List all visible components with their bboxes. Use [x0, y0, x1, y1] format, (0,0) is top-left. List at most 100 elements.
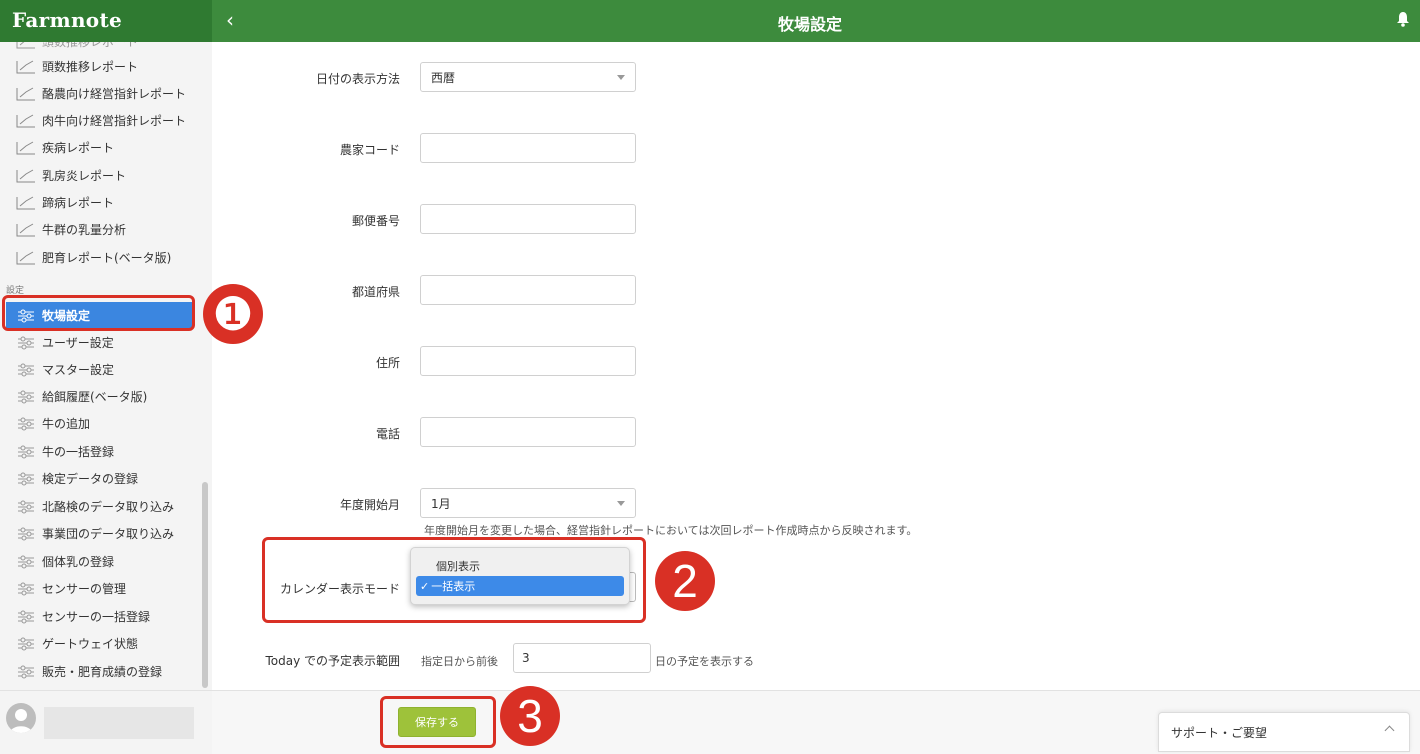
chart-icon — [16, 196, 35, 209]
chart-icon — [16, 60, 35, 73]
today-range-suffix: 日の予定を表示する — [655, 655, 754, 668]
date-format-value: 西暦 — [431, 70, 456, 85]
sidebar-item-label: 販売・肥育成績の登録 — [42, 665, 163, 679]
sidebar-item-user-settings[interactable]: ユーザー設定 — [0, 329, 200, 356]
avatar[interactable] — [6, 703, 36, 733]
chart-icon — [16, 114, 35, 127]
sidebar-item-label: 牛群の乳量分析 — [42, 223, 127, 237]
sliders-icon — [18, 582, 34, 595]
sliders-icon — [18, 417, 34, 430]
sidebar-item-feeding-history[interactable]: 給餌履歴(ベータ版) — [0, 383, 200, 410]
address-input[interactable] — [420, 346, 636, 376]
annotation-badge-2: 2 — [655, 551, 715, 611]
sliders-icon — [18, 336, 34, 349]
sidebar-item-fattening-report[interactable]: 肥育レポート(ベータ版) — [0, 244, 200, 271]
logo-area: Farmnote — [0, 0, 212, 42]
sliders-icon — [18, 363, 34, 376]
sidebar-item-individual-milk[interactable]: 個体乳の登録 — [0, 548, 200, 575]
sliders-icon — [18, 527, 34, 540]
sidebar-item-label: 個体乳の登録 — [42, 555, 115, 569]
sidebar-item-herd-trend-report[interactable]: 頭数推移レポート — [0, 53, 200, 80]
annotation-box-2 — [262, 537, 646, 623]
chart-icon — [16, 169, 35, 182]
annotation-badge-3: 3 — [500, 686, 560, 746]
sidebar-item-label: マスター設定 — [42, 363, 115, 377]
sliders-icon — [18, 445, 34, 458]
sidebar-item-label: 牛の一括登録 — [42, 445, 115, 459]
annotation-box-1 — [2, 295, 195, 331]
username-box[interactable] — [44, 707, 194, 739]
sidebar-item-sensor-bulk-register[interactable]: センサーの一括登録 — [0, 603, 200, 630]
chart-icon — [16, 223, 35, 236]
address-label: 住所 — [375, 356, 400, 370]
sidebar-item-label: センサーの管理 — [42, 582, 127, 596]
farm-code-input[interactable] — [420, 133, 636, 163]
sidebar-item-add-cow[interactable]: 牛の追加 — [0, 410, 200, 437]
sidebar-item-label: 肥育レポート(ベータ版) — [42, 251, 172, 265]
support-widget[interactable]: サポート・ご要望 — [1158, 712, 1410, 752]
fiscal-start-select[interactable]: 1月 — [420, 488, 636, 518]
sidebar-footer — [0, 690, 212, 754]
today-range-label: Today での予定表示範囲 — [265, 654, 400, 668]
sidebar-item-disease-report[interactable]: 疾病レポート — [0, 134, 200, 161]
sidebar-item-hoof-disease-report[interactable]: 蹄病レポート — [0, 189, 200, 216]
sidebar-item-bulk-register-cows[interactable]: 牛の一括登録 — [0, 438, 200, 465]
sidebar-item-label: 疾病レポート — [42, 141, 115, 155]
sliders-icon — [18, 500, 34, 513]
farm-code-label: 農家コード — [339, 143, 400, 157]
sliders-icon — [18, 555, 34, 568]
prefecture-input[interactable] — [420, 275, 636, 305]
sidebar-item-label: 頭数推移レポート — [42, 42, 139, 49]
today-range-input[interactable]: 3 — [513, 643, 651, 673]
sidebar: 頭数推移レポート 頭数推移レポート 酪農向け経営指針レポート 肉牛向け経営指針レ… — [0, 42, 212, 690]
sliders-icon — [18, 390, 34, 403]
sidebar-item-master-settings[interactable]: マスター設定 — [0, 356, 200, 383]
app-logo[interactable]: Farmnote — [12, 8, 122, 32]
sidebar-item-sensor-management[interactable]: センサーの管理 — [0, 575, 200, 602]
sidebar-item-label: 給餌履歴(ベータ版) — [42, 390, 148, 404]
chart-icon — [16, 251, 35, 264]
sidebar-item-label: 検定データの登録 — [42, 472, 139, 486]
bell-icon[interactable] — [1396, 11, 1410, 27]
sidebar-item-jigyodan-import[interactable]: 事業団のデータ取り込み — [0, 520, 200, 547]
sidebar-item-label: 肉牛向け経営指針レポート — [42, 114, 187, 128]
support-label: サポート・ご要望 — [1171, 725, 1268, 740]
phone-label: 電話 — [375, 427, 400, 441]
phone-input[interactable] — [420, 417, 636, 447]
sliders-icon — [18, 665, 34, 678]
sidebar-item-mastitis-report[interactable]: 乳房炎レポート — [0, 162, 200, 189]
app-header: Farmnote ‹ 牧場設定 — [0, 0, 1420, 42]
fiscal-start-value: 1月 — [431, 496, 451, 511]
postal-code-label: 郵便番号 — [351, 214, 400, 228]
chevron-down-icon — [617, 75, 625, 80]
sidebar-item-gateway-status[interactable]: ゲートウェイ状態 — [0, 630, 200, 657]
back-button[interactable]: ‹ — [226, 8, 234, 32]
annotation-badge-1: ❶ — [203, 284, 263, 344]
sliders-icon — [18, 637, 34, 650]
sidebar-item-label: 蹄病レポート — [42, 196, 115, 210]
chart-icon — [16, 141, 35, 154]
sidebar-item-label: 頭数推移レポート — [42, 60, 139, 74]
sidebar-item-milk-analysis[interactable]: 牛群の乳量分析 — [0, 216, 200, 243]
sidebar-item-beef-management-report[interactable]: 肉牛向け経営指針レポート — [0, 107, 200, 134]
page-title: 牧場設定 — [777, 15, 842, 34]
sidebar-item-dairy-management-report[interactable]: 酪農向け経営指針レポート — [0, 80, 200, 107]
sidebar-item-label: ゲートウェイ状態 — [42, 637, 139, 651]
sidebar-item-sales-fattening-register[interactable]: 販売・肥育成績の登録 — [0, 658, 200, 685]
sidebar-item-label: 牛の追加 — [42, 417, 91, 431]
sidebar-item-test-data-register[interactable]: 検定データの登録 — [0, 465, 200, 492]
annotation-box-3 — [380, 696, 496, 748]
chevron-down-icon — [617, 501, 625, 506]
date-format-label: 日付の表示方法 — [315, 72, 400, 86]
today-range-prefix: 指定日から前後 — [421, 655, 498, 668]
chevron-up-icon — [1384, 725, 1395, 736]
sidebar-item-label: 北酪検のデータ取り込み — [42, 500, 175, 514]
postal-code-input[interactable] — [420, 204, 636, 234]
date-format-select[interactable]: 西暦 — [420, 62, 636, 92]
sidebar-item-hokurakuken-import[interactable]: 北酪検のデータ取り込み — [0, 493, 200, 520]
fiscal-start-label: 年度開始月 — [339, 498, 400, 512]
sliders-icon — [18, 610, 34, 623]
sidebar-item-label: ユーザー設定 — [42, 336, 114, 350]
sidebar-item-label: 事業団のデータ取り込み — [42, 527, 175, 541]
user-icon — [10, 709, 32, 733]
